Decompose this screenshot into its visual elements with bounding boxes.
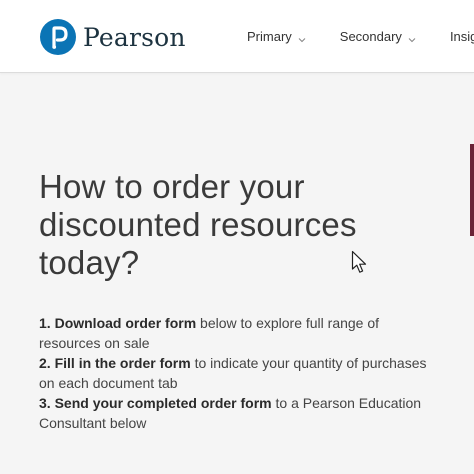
nav-item-insights[interactable]: Insights [450, 29, 474, 44]
step-number: 2. [39, 355, 51, 371]
page: Pearson Primary Secondary Insights How t… [0, 0, 474, 474]
step-title: 1. Download order form [39, 315, 196, 331]
chevron-down-icon [408, 32, 416, 43]
step-item: 1. Download order form below to explore … [39, 313, 439, 353]
mouse-cursor-icon [351, 250, 369, 276]
brand-name: Pearson [83, 22, 186, 52]
step-bold: Fill in the order form [54, 355, 191, 371]
order-steps: 1. Download order form below to explore … [39, 313, 439, 433]
step-bold: Send your completed order form [54, 395, 272, 411]
step-bold: Download order form [54, 315, 197, 331]
step-number: 1. [39, 315, 51, 331]
step-item: 3. Send your completed order form to a P… [39, 393, 439, 433]
step-number: 3. [39, 395, 51, 411]
nav-label: Primary [247, 28, 292, 44]
chevron-down-icon [298, 32, 306, 43]
step-title: 2. Fill in the order form [39, 355, 191, 371]
site-header: Pearson Primary Secondary Insights [0, 0, 474, 73]
nav-item-primary[interactable]: Primary [247, 29, 306, 44]
page-heading: How to order your discounted resources t… [39, 168, 357, 281]
accent-bar [470, 144, 474, 236]
nav-label: Insights [449, 28, 474, 44]
step-item: 2. Fill in the order form to indicate yo… [39, 353, 439, 393]
pearson-logo-icon [40, 19, 76, 55]
pearson-logo-link[interactable]: Pearson [40, 17, 186, 57]
nav-item-secondary[interactable]: Secondary [340, 29, 416, 44]
main-nav: Primary Secondary Insights [247, 0, 474, 72]
nav-label: Secondary [339, 28, 402, 44]
step-title: 3. Send your completed order form [39, 395, 272, 411]
